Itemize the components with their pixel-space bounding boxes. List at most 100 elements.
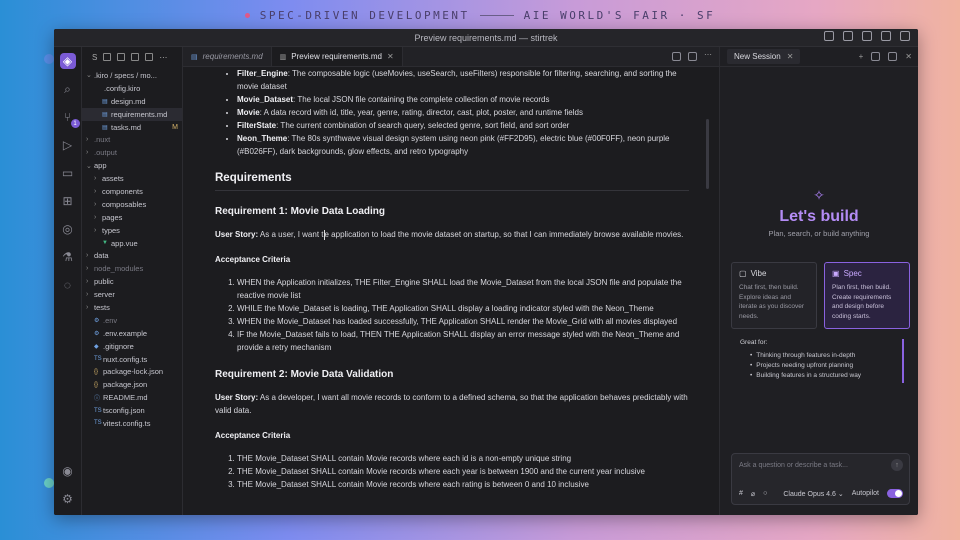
plus-icon[interactable]: + [859, 52, 864, 61]
tree-item[interactable]: › types [82, 224, 182, 237]
tree-item[interactable]: TS nuxt.config.ts [82, 353, 182, 366]
chat-tabs: New Session ✕ + ✕ [720, 47, 918, 67]
mode-vibe-card[interactable]: ▢ Vibe Chat first, then build. Explore id… [731, 262, 817, 329]
tree-item[interactable]: › assets [82, 172, 182, 185]
file-icon: TS [94, 420, 102, 427]
glossary-desc: : The local JSON file containing the com… [293, 95, 550, 104]
tree-item[interactable]: ⚙ .env.example [82, 327, 182, 340]
tree-item[interactable]: {} package.json [82, 378, 182, 391]
mode-spec-card[interactable]: ▣ Spec Plan first, then build. Create req… [824, 262, 910, 329]
tree-item[interactable]: ▼ app.vue [82, 237, 182, 250]
collapse-icon[interactable] [145, 53, 154, 61]
req2-criteria-list: THE Movie_Dataset SHALL contain Movie re… [215, 452, 689, 491]
github-icon[interactable]: ◎ [60, 221, 76, 237]
panel-right-icon[interactable] [900, 31, 910, 41]
tree-item[interactable]: › .nuxt [82, 133, 182, 146]
autopilot-toggle[interactable] [887, 489, 903, 498]
search-icon[interactable]: ⌕ [60, 81, 76, 97]
tree-item[interactable]: .config.kiro [82, 82, 182, 95]
tree-item[interactable]: › public [82, 275, 182, 288]
tree-item[interactable]: ⚙ .env [82, 314, 182, 327]
tab-requirements-md[interactable]: ▤ requirements.md [183, 47, 272, 66]
explorer-header: S ⋯ [82, 47, 182, 67]
criteria-item: IF the Movie_Dataset fails to load, THEN… [237, 328, 689, 354]
tree-item[interactable]: ⌄ .kiro / specs / mo... [82, 69, 182, 82]
panel-left-icon[interactable] [862, 31, 872, 41]
glossary-desc: : The current combination of search quer… [276, 121, 570, 130]
tree-item[interactable]: › pages [82, 211, 182, 224]
chat-toggle-icon[interactable] [824, 31, 834, 41]
testing-icon[interactable]: ⚗ [60, 249, 76, 265]
extensions-icon[interactable]: ⊞ [60, 193, 76, 209]
composer-toolbar: # ⌀ ○ Claude Opus 4.6 ⌄ Autopilot [739, 489, 903, 498]
close-icon[interactable]: ✕ [387, 52, 394, 61]
close-panel-icon[interactable]: ✕ [905, 52, 912, 61]
chevron-right-icon: › [86, 291, 89, 299]
file-icon: ▤ [102, 98, 108, 105]
split-icon[interactable] [888, 52, 898, 61]
chevron-right-icon: › [94, 187, 97, 195]
file-explorer: S ⋯ ⌄ .kiro / specs / mo... .config.kiro ▤ d… [82, 47, 183, 515]
tree-item[interactable]: ▤ tasks.md M [82, 121, 182, 134]
chevron-right-icon: › [86, 278, 89, 286]
tree-item[interactable]: TS tsconfig.json [82, 404, 182, 417]
send-icon[interactable]: ↑ [891, 459, 903, 471]
close-icon[interactable]: ✕ [787, 52, 794, 61]
tree-item[interactable]: ◆ .gitignore [82, 340, 182, 353]
circle-icon[interactable]: ○ [763, 490, 767, 497]
source-control-icon[interactable]: ⑂ 1 [60, 109, 80, 128]
tree-item[interactable]: ▤ design.md [82, 95, 182, 108]
tree-item[interactable]: TS vitest.config.ts [82, 417, 182, 430]
tree-item[interactable]: {} package-lock.json [82, 365, 182, 378]
req2-criteria-heading: Acceptance Criteria [215, 431, 291, 440]
split-editor-icon[interactable] [688, 52, 697, 61]
mode-spec-name: Spec [843, 269, 862, 278]
layout-icon[interactable] [843, 31, 853, 41]
remote-explorer-icon[interactable]: ▭ [60, 165, 76, 181]
banner-dot [244, 12, 250, 18]
tree-item[interactable]: › components [82, 185, 182, 198]
file-icon: ◆ [94, 343, 99, 350]
file-tree: ⌄ .kiro / specs / mo... .config.kiro ▤ desig… [82, 67, 182, 430]
tree-item-label: .kiro / specs / mo... [94, 70, 157, 80]
tree-item[interactable]: › node_modules [82, 262, 182, 275]
ghost-icon[interactable]: ◌ [60, 277, 76, 293]
tree-item[interactable]: › .output [82, 146, 182, 159]
kiro-icon[interactable]: ◈ [59, 53, 76, 69]
account-icon[interactable]: ◉ [60, 463, 76, 479]
panel-bottom-icon[interactable] [881, 31, 891, 41]
refresh-icon[interactable] [131, 53, 140, 61]
tree-item[interactable]: › composables [82, 198, 182, 211]
more-icon[interactable]: ⋯ [159, 53, 167, 62]
composer-input[interactable]: Ask a question or describe a task... [739, 462, 848, 469]
tree-item-label: vitest.config.ts [103, 418, 151, 428]
hash-icon[interactable]: # [739, 490, 743, 497]
more-actions-icon[interactable]: ⋯ [704, 51, 713, 61]
banner-right-text: AIE WORLD'S FAIR · SF [523, 8, 716, 22]
chat-tab-new-session[interactable]: New Session ✕ [727, 49, 801, 64]
model-selector[interactable]: Claude Opus 4.6 ⌄ [783, 490, 843, 498]
chevron-down-icon: ⌄ [86, 162, 92, 170]
open-source-icon[interactable] [672, 52, 681, 61]
tree-item[interactable]: ⓘ README.md [82, 391, 182, 404]
tree-item[interactable]: › data [82, 249, 182, 262]
history-icon[interactable] [871, 52, 881, 61]
glossary-item: Neon_Theme: The 80s synthwave visual des… [237, 132, 689, 158]
tree-item[interactable]: ▤ requirements.md [82, 107, 182, 121]
tree-item-label: package.json [103, 380, 148, 390]
new-folder-icon[interactable] [117, 53, 126, 61]
tree-item[interactable]: ⌄ app [82, 159, 182, 172]
great-for-heading: Great for: [740, 339, 768, 346]
run-debug-icon[interactable]: ▷ [60, 137, 76, 153]
chevron-right-icon: › [94, 175, 97, 183]
tree-item-label: pages [102, 212, 123, 222]
chevron-down-icon: ⌄ [837, 490, 844, 498]
tree-item[interactable]: › tests [82, 301, 182, 314]
tree-item[interactable]: › server [82, 288, 182, 301]
tree-item-label: components [102, 186, 143, 196]
new-file-icon[interactable] [103, 53, 112, 61]
attach-icon[interactable]: ⌀ [751, 490, 755, 498]
tab-preview-requirements[interactable]: ▥ Preview requirements.md ✕ [271, 47, 403, 66]
mode-vibe-header: ▢ Vibe [739, 269, 809, 278]
gear-icon[interactable]: ⚙ [60, 491, 76, 507]
